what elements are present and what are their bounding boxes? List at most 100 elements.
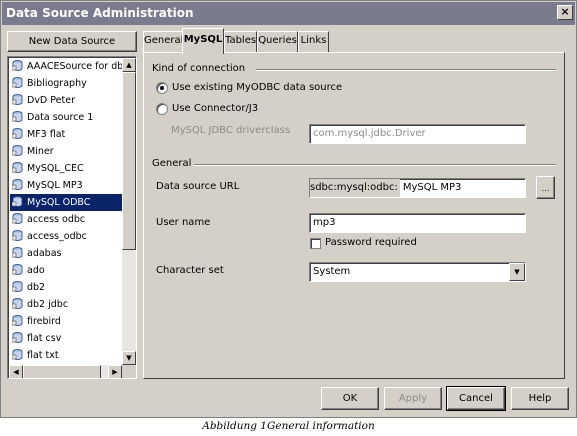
list-item[interactable]: Data source 1 bbox=[10, 109, 122, 126]
list-item[interactable]: db2 jdbc bbox=[10, 296, 122, 313]
data-source-list[interactable]: flat txt flat csv firebird db2 jdbc db2 ado ad… bbox=[7, 56, 137, 379]
list-item[interactable]: AAACESource for dbu- bbox=[10, 58, 122, 75]
database-icon bbox=[11, 60, 23, 71]
list-item-label: access odbc bbox=[27, 214, 86, 225]
username-field[interactable]: mp3 bbox=[309, 213, 526, 233]
list-item-label: db2 jdbc bbox=[27, 299, 69, 310]
list-item[interactable]: ado bbox=[10, 262, 122, 279]
database-icon bbox=[11, 298, 23, 309]
charset-label: Character set bbox=[156, 265, 224, 276]
tab-general[interactable]: General bbox=[143, 31, 183, 53]
scroll-right-icon[interactable]: ▶ bbox=[108, 365, 122, 378]
database-icon bbox=[11, 315, 23, 326]
database-icon bbox=[11, 332, 23, 343]
figure-caption: Abbildung 1General information bbox=[202, 420, 375, 432]
new-data-source-button[interactable]: New Data Source bbox=[7, 31, 137, 52]
list-item-label: db2 bbox=[27, 282, 46, 293]
radio-use-odbc[interactable] bbox=[156, 82, 168, 94]
database-icon bbox=[11, 247, 23, 258]
url-value: MySQL MP3 bbox=[402, 182, 462, 193]
password-required-checkbox[interactable] bbox=[310, 238, 321, 249]
charset-select[interactable]: System ▼ bbox=[309, 262, 526, 282]
window-title: Data Source Administration bbox=[6, 6, 194, 20]
radio-use-odbc-label[interactable]: Use existing MyODBC data source bbox=[172, 82, 342, 93]
driverclass-label: MySQL JDBC driverclass bbox=[171, 125, 291, 136]
driverclass-field[interactable]: com.mysql.jdbc.Driver bbox=[309, 124, 526, 144]
list-item-label: MySQL ODBC bbox=[27, 197, 91, 208]
list-item[interactable]: db2 bbox=[10, 279, 122, 296]
list-item-label: flat csv bbox=[27, 333, 62, 344]
database-icon bbox=[11, 230, 23, 241]
database-icon bbox=[11, 213, 23, 224]
list-item[interactable]: flat csv bbox=[10, 330, 122, 347]
url-prefix: sdbc:mysql:odbc: bbox=[310, 179, 400, 197]
list-item-label: Miner bbox=[27, 146, 54, 157]
list-item-label: access_odbc bbox=[27, 231, 87, 242]
list-item[interactable]: Miner bbox=[10, 143, 122, 160]
close-icon[interactable]: × bbox=[557, 5, 573, 20]
scroll-thumb[interactable] bbox=[122, 72, 136, 250]
tab-queries[interactable]: Queries bbox=[257, 31, 298, 53]
list-item[interactable]: MySQL ODBC bbox=[10, 194, 122, 211]
list-item[interactable]: access odbc bbox=[10, 211, 122, 228]
list-item-label: DvD Peter bbox=[27, 95, 75, 106]
list-item-label: Data source 1 bbox=[27, 112, 94, 123]
url-field[interactable]: sdbc:mysql:odbc: MySQL MP3 bbox=[309, 178, 526, 198]
chevron-down-icon[interactable]: ▼ bbox=[509, 263, 525, 281]
database-icon bbox=[11, 145, 23, 156]
database-icon bbox=[11, 128, 23, 139]
list-item[interactable]: DvD Peter bbox=[10, 92, 122, 109]
list-item-label: adabas bbox=[27, 248, 62, 259]
list-item-label: Bibliography bbox=[27, 78, 87, 89]
database-icon bbox=[11, 264, 23, 275]
list-item-label: MySQL_CEC bbox=[27, 163, 84, 174]
list-item[interactable]: MySQL MP3 bbox=[10, 177, 122, 194]
radio-use-jdbc-label[interactable]: Use Connector/J3 bbox=[172, 103, 258, 114]
mysql-tab-panel: Kind of connection Use existing MyODBC d… bbox=[143, 52, 565, 379]
scroll-up-icon[interactable]: ▲ bbox=[122, 58, 136, 72]
scroll-corner bbox=[122, 365, 136, 378]
tab-mysql[interactable]: MySQL bbox=[182, 28, 224, 54]
apply-button[interactable]: Apply bbox=[384, 387, 442, 410]
database-icon bbox=[11, 94, 23, 105]
list-vertical-scrollbar[interactable]: ▲ ▼ bbox=[122, 58, 136, 365]
list-item[interactable]: Bibliography bbox=[10, 75, 122, 92]
scroll-down-icon[interactable]: ▼ bbox=[122, 351, 136, 365]
general-group-label: General bbox=[152, 158, 192, 169]
list-item-label: MF3 flat bbox=[27, 129, 66, 140]
scroll-left-icon[interactable]: ◀ bbox=[9, 365, 23, 378]
list-horizontal-scrollbar[interactable]: ◀ ▶ bbox=[9, 365, 122, 378]
list-item[interactable]: flat txt bbox=[10, 347, 122, 364]
scroll-h-thumb[interactable] bbox=[23, 365, 101, 378]
username-label: User name bbox=[156, 217, 211, 228]
database-icon bbox=[11, 77, 23, 88]
database-icon bbox=[11, 281, 23, 292]
list-item[interactable]: adabas bbox=[10, 245, 122, 262]
list-item-label: flat txt bbox=[27, 350, 59, 361]
password-required-label[interactable]: Password required bbox=[325, 237, 417, 248]
browse-button[interactable]: ... bbox=[536, 176, 555, 199]
database-icon bbox=[11, 162, 23, 173]
list-item-label: AAACESource for dbu- bbox=[27, 61, 122, 72]
tab-tables[interactable]: Tables bbox=[224, 31, 257, 53]
data-source-admin-window: Data Source Administration × New Data So… bbox=[0, 0, 577, 418]
list-item[interactable]: access_odbc bbox=[10, 228, 122, 245]
list-item-label: ado bbox=[27, 265, 45, 276]
list-item[interactable]: firebird bbox=[10, 313, 122, 330]
list-item-label: firebird bbox=[27, 316, 61, 327]
radio-use-jdbc[interactable] bbox=[156, 103, 168, 115]
list-item[interactable]: MySQL_CEC bbox=[10, 160, 122, 177]
list-item[interactable]: MF3 flat bbox=[10, 126, 122, 143]
divider bbox=[194, 164, 556, 166]
ok-button[interactable]: OK bbox=[321, 387, 379, 410]
charset-value: System bbox=[313, 266, 351, 277]
cancel-button[interactable]: Cancel bbox=[446, 386, 506, 411]
database-icon bbox=[11, 179, 23, 190]
tab-links[interactable]: Links bbox=[298, 31, 329, 53]
divider bbox=[256, 69, 556, 71]
database-icon bbox=[11, 349, 23, 360]
url-label: Data source URL bbox=[156, 181, 240, 192]
help-button[interactable]: Help bbox=[511, 387, 569, 410]
title-bar: Data Source Administration × bbox=[2, 2, 575, 25]
database-icon bbox=[11, 196, 23, 207]
